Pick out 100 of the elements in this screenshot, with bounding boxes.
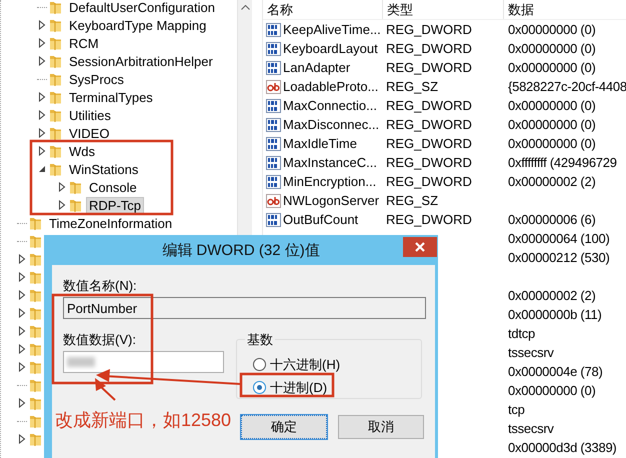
expand-icon[interactable] — [17, 308, 27, 318]
value-data: 0xffffffff (429496729 — [508, 155, 617, 170]
tree-item[interactable]: TerminalTypes — [66, 88, 156, 106]
value-data: 0x00000002 (2) — [508, 174, 596, 189]
tree-item[interactable]: Utilities — [66, 106, 114, 124]
expand-icon[interactable] — [37, 20, 47, 30]
folder-icon — [29, 323, 42, 339]
radio-option[interactable]: 十进制(D) — [253, 376, 328, 399]
value-data: 0x0000000b (11) — [508, 307, 602, 322]
expand-icon[interactable] — [37, 38, 47, 48]
value-data: 0x00000d3d (3389) — [508, 440, 617, 455]
close-button[interactable] — [403, 237, 437, 257]
value-name[interactable]: LanAdapter — [283, 60, 350, 75]
radio-option[interactable]: 十六进制(H) — [253, 353, 340, 376]
value-name[interactable]: LoadableProto... — [283, 79, 378, 94]
expand-icon[interactable] — [37, 92, 47, 102]
value-name[interactable]: MinEncryption... — [283, 174, 376, 189]
value-type: REG_DWORD — [386, 136, 472, 151]
expand-icon[interactable] — [17, 362, 27, 372]
tree-item[interactable]: WinStations — [66, 160, 142, 178]
value-type: REG_DWORD — [386, 212, 472, 227]
binary-value-icon — [266, 174, 281, 188]
expand-icon[interactable] — [37, 146, 47, 156]
folder-icon — [49, 53, 62, 69]
value-name[interactable]: MaxConnectio... — [283, 98, 377, 113]
folder-icon — [29, 413, 42, 429]
value-data: 0x00000212 (530) — [508, 250, 610, 265]
folder-icon — [49, 125, 62, 141]
expand-icon[interactable] — [17, 344, 27, 354]
folder-icon — [49, 71, 62, 87]
field-label: 数值数据(V): — [63, 332, 136, 347]
folder-icon — [49, 35, 62, 51]
column-header[interactable]: 数据 — [504, 0, 626, 19]
radio-icon[interactable] — [253, 358, 266, 371]
value-data: 0x00000064 (100) — [508, 231, 610, 246]
tree-item[interactable]: KeyboardType Mapping — [66, 16, 210, 34]
radio-icon[interactable] — [253, 381, 266, 394]
value-data: tdtcp — [508, 326, 535, 341]
binary-value-icon — [266, 60, 281, 74]
folder-icon — [29, 341, 42, 357]
value-data: 0x00000000 (0) — [508, 41, 596, 56]
scroll-up-icon[interactable] — [240, 5, 250, 10]
blurred-value — [67, 357, 95, 367]
value-data: 0x00000000 (0) — [508, 98, 596, 113]
value-data: 0x00000000 (0) — [508, 117, 596, 132]
expand-icon[interactable] — [57, 200, 67, 210]
folder-icon — [69, 179, 82, 195]
tree-item[interactable]: TimeZoneInformation — [46, 214, 176, 232]
expand-icon[interactable] — [37, 110, 47, 120]
tree-item[interactable]: SysProcs — [66, 70, 127, 88]
column-header[interactable]: 类型 — [383, 0, 504, 19]
folder-icon — [69, 197, 82, 213]
binary-value-icon — [266, 136, 281, 150]
string-value-icon — [266, 80, 281, 94]
folder-icon — [49, 17, 62, 33]
binary-value-icon — [266, 98, 281, 112]
tree-item[interactable]: Console — [86, 178, 140, 196]
column-header[interactable]: 名称 — [263, 0, 383, 19]
expand-icon[interactable] — [37, 128, 47, 138]
string-value-icon — [266, 194, 281, 208]
value-name[interactable]: MaxDisconnec... — [283, 117, 380, 132]
folder-icon — [49, 89, 62, 105]
value-name[interactable]: NWLogonServer — [283, 193, 380, 208]
collapse-icon[interactable] — [37, 164, 47, 174]
value-name[interactable]: KeyboardLayout — [283, 41, 378, 56]
expand-icon[interactable] — [17, 434, 27, 444]
folder-icon — [49, 107, 62, 123]
name-field[interactable]: PortNumber — [63, 297, 426, 319]
value-name[interactable]: MaxIdleTime — [283, 136, 357, 151]
value-data: 0x00000000 (0) — [508, 22, 596, 37]
cancel-button[interactable]: 取消 — [338, 415, 424, 439]
tree-item[interactable]: VIDEO — [66, 124, 112, 142]
value-type: REG_DWORD — [386, 174, 472, 189]
close-icon — [415, 242, 425, 252]
folder-icon — [29, 251, 42, 267]
tree-item[interactable]: DefaultUserConfiguration — [66, 0, 218, 16]
value-name[interactable]: KeepAliveTime... — [283, 22, 381, 37]
binary-value-icon — [266, 212, 281, 226]
expand-icon[interactable] — [57, 182, 67, 192]
tree-item[interactable]: RCM — [66, 34, 102, 52]
value-name[interactable]: OutBufCount — [283, 212, 358, 227]
tree-item[interactable]: Wds — [66, 142, 98, 160]
tree-item[interactable]: RDP-Tcp — [86, 196, 144, 214]
binary-value-icon — [266, 156, 281, 170]
value-type: REG_DWORD — [386, 41, 472, 56]
value-type: REG_DWORD — [386, 98, 472, 113]
value-data: 0x00000006 (6) — [508, 212, 596, 227]
expand-icon[interactable] — [17, 398, 27, 408]
expand-icon[interactable] — [17, 290, 27, 300]
tree-item[interactable]: SessionArbitrationHelper — [66, 52, 216, 70]
value-data: {5828227c-20cf-4408 — [508, 79, 626, 94]
ok-button[interactable]: 确定 — [241, 415, 327, 439]
value-type: REG_SZ — [386, 79, 438, 94]
folder-icon — [49, 0, 62, 15]
expand-icon[interactable] — [17, 254, 27, 264]
value-name[interactable]: MaxInstanceC... — [283, 155, 377, 170]
expand-icon[interactable] — [17, 326, 27, 336]
expand-icon[interactable] — [17, 272, 27, 282]
expand-icon[interactable] — [37, 56, 47, 66]
value-field[interactable] — [63, 351, 224, 373]
